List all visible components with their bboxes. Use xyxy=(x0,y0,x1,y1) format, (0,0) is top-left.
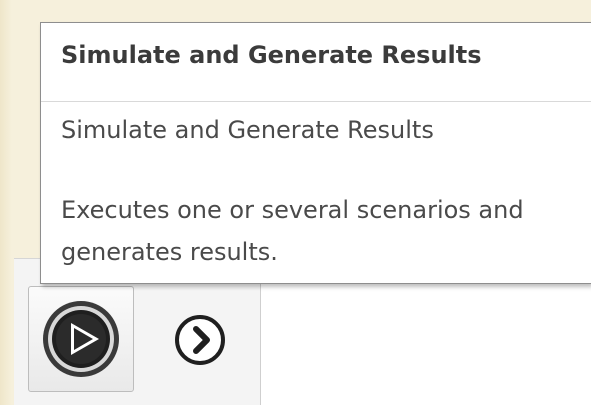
tooltip-divider xyxy=(41,101,591,102)
chevron-right-circle-icon xyxy=(175,315,225,365)
tooltip-subtitle: Simulate and Generate Results xyxy=(61,116,434,144)
tooltip-popup: Simulate and Generate Results Simulate a… xyxy=(40,22,591,284)
tooltip-title: Simulate and Generate Results xyxy=(61,41,482,69)
run-next-button[interactable] xyxy=(170,309,232,371)
play-circle-icon xyxy=(43,301,119,377)
tooltip-description: Executes one or several scenarios and ge… xyxy=(61,196,524,266)
simulate-and-generate-results-button[interactable] xyxy=(28,286,134,392)
